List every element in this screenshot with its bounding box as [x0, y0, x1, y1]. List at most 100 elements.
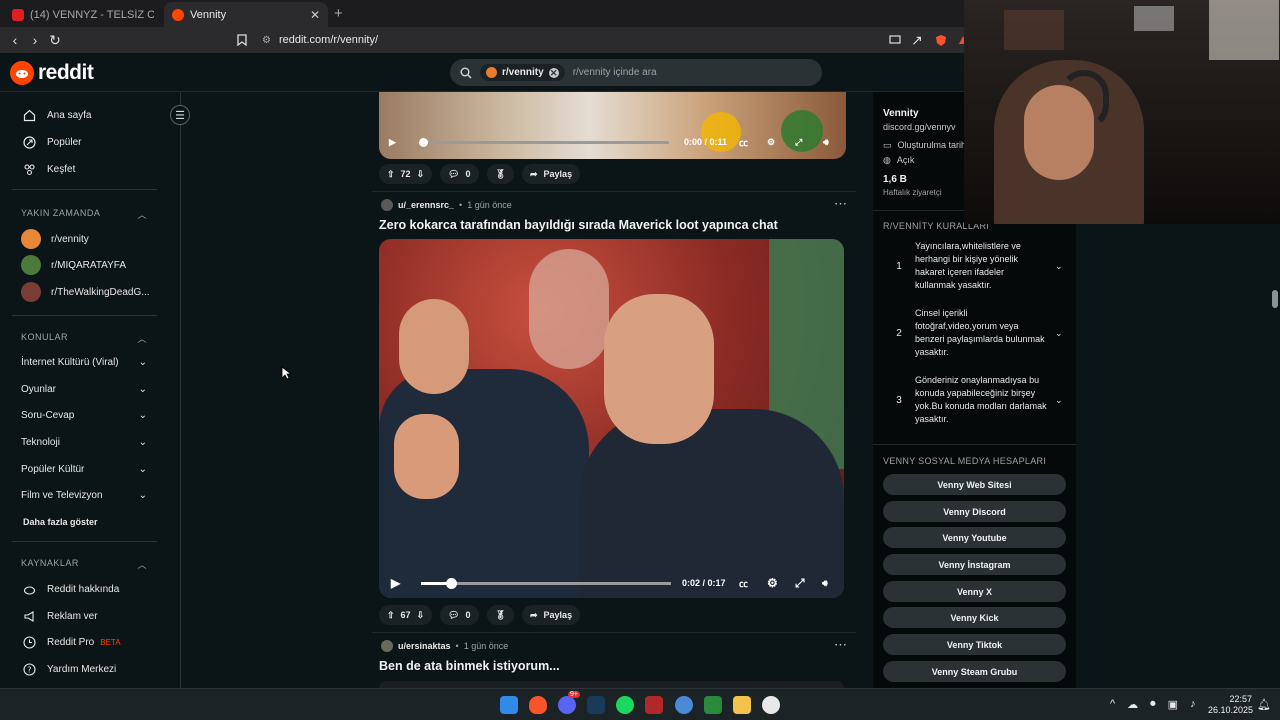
file-explorer-icon[interactable] [733, 696, 751, 714]
show-more-button[interactable]: Daha fazla göster [23, 517, 149, 527]
volume-icon[interactable]: ♪ [1190, 698, 1196, 711]
new-tab-icon[interactable]: + [334, 5, 343, 22]
social-button-steam[interactable]: Venny Steam Grubu [883, 661, 1066, 682]
search-bar[interactable]: r/vennity ✕ r/vennity içinde ara [450, 59, 822, 86]
clear-chip-icon[interactable]: ✕ [548, 67, 559, 78]
social-button-youtube[interactable]: Venny Youtube [883, 527, 1066, 548]
resource-reddit-pro[interactable]: Reddit Pro BETA [22, 632, 152, 652]
reddit-logo[interactable]: reddit [10, 61, 94, 85]
tab-youtube[interactable]: (14) VENNYZ - TELSİZ ON DÖRT #ve [4, 2, 162, 27]
volume-icon[interactable]: 🔊︎ [822, 578, 828, 589]
social-button-kick[interactable]: Venny Kick [883, 607, 1066, 628]
social-button-tiktok[interactable]: Venny Tiktok [883, 634, 1066, 655]
subreddit-search-chip[interactable]: r/vennity ✕ [480, 64, 565, 81]
social-button-website[interactable]: Venny Web Sitesi [883, 474, 1066, 495]
play-icon[interactable]: ▶ [389, 137, 396, 148]
bookmark-icon[interactable] [233, 31, 251, 49]
post-author[interactable]: u/_erennsrc_ [398, 200, 454, 210]
settings-icon[interactable]: ⚙ [767, 576, 778, 590]
reload-icon[interactable]: ↻ [46, 31, 64, 49]
fullscreen-icon[interactable]: ⤢ [795, 137, 802, 148]
resource-advertise[interactable]: Reklam ver [22, 606, 152, 626]
play-icon[interactable]: ▶ [391, 576, 400, 590]
topic-technology[interactable]: Teknoloji ⌄ [21, 437, 147, 448]
share-button[interactable]: ➦ Paylaş [522, 164, 581, 184]
post-author[interactable]: u/ersinaktas [398, 641, 451, 651]
cast-icon[interactable] [886, 31, 904, 49]
recent-item-miqaratayfa[interactable]: r/MIQARATAYFA [21, 255, 151, 275]
seek-track[interactable] [421, 578, 671, 589]
brave-shields-icon[interactable] [932, 31, 950, 49]
close-tab-icon[interactable]: ✕ [310, 8, 320, 22]
community-discord-link[interactable]: discord.gg/vennyv [883, 122, 956, 132]
social-button-x[interactable]: Venny X [883, 581, 1066, 602]
post1-video[interactable]: ▶ 0:00 / 0:11 ㏄ ⚙ ⤢ 🔊︎ [379, 92, 846, 159]
rule-item[interactable]: 2 Cinsel içerikli fotoğraf,video,yorum v… [883, 307, 1065, 359]
site-info-icon[interactable]: ⚙ [262, 35, 271, 46]
post3-media[interactable] [379, 681, 844, 688]
seek-thumb[interactable] [419, 138, 428, 147]
topic-games[interactable]: Oyunlar ⌄ [21, 384, 147, 395]
social-button-discord[interactable]: Venny Discord [883, 501, 1066, 522]
terminal-app-icon[interactable] [704, 696, 722, 714]
award-button[interactable]: 🏅︎ [486, 164, 514, 184]
chevron-up-icon[interactable]: ^ [1110, 698, 1115, 711]
rule-item[interactable]: 3 Gönderiniz onaylanmadıysa bu konuda ya… [883, 374, 1065, 426]
comments-button[interactable]: 💬︎ 0 [440, 605, 479, 625]
seek-thumb[interactable] [446, 578, 457, 589]
seek-track[interactable] [419, 138, 669, 147]
brave-browser-icon[interactable] [529, 696, 547, 714]
rule-item[interactable]: 1 Yayıncılara,whitelistlere ve herhangi … [883, 240, 1065, 292]
downvote-icon[interactable]: ⇩ [417, 610, 425, 621]
topic-pop-culture[interactable]: Popüler Kültür ⌄ [21, 464, 147, 475]
upvote-icon[interactable]: ⇧ [387, 169, 395, 180]
media-player-icon[interactable] [762, 696, 780, 714]
taskbar-clock[interactable]: 22:57 26.10.2025 [1208, 694, 1253, 716]
post2-video[interactable]: ▶ 0:02 / 0:17 ㏄ ⚙ ⤢ 🔊︎ [379, 239, 844, 598]
back-icon[interactable]: ‹ [6, 31, 24, 49]
vote-button[interactable]: ⇧ 72 ⇩ [379, 164, 433, 184]
settings-icon[interactable]: ⚙ [767, 137, 775, 148]
topic-film-tv[interactable]: Film ve Televizyon ⌄ [21, 490, 147, 501]
discord-icon[interactable]: 9+ [558, 691, 580, 714]
cloud-icon[interactable]: ☁ [1127, 698, 1138, 711]
microphone-icon[interactable]: ⏺ [1150, 698, 1156, 711]
vote-button[interactable]: ⇧ 67 ⇩ [379, 605, 433, 625]
topic-qa[interactable]: Soru-Cevap ⌄ [21, 410, 147, 421]
page-scrollbar[interactable] [1270, 224, 1280, 688]
address-bar[interactable]: ⚙ reddit.com/r/vennity/ [256, 30, 956, 50]
resource-help-center[interactable]: ? Yardım Merkezi [22, 659, 152, 679]
resources-section-header[interactable]: KAYNAKLAR ︿ [21, 558, 147, 571]
downvote-icon[interactable]: ⇩ [417, 169, 425, 180]
captions-icon[interactable]: ㏄ [739, 577, 748, 590]
post3-more-icon[interactable]: ⋯ [834, 637, 848, 653]
sidebar-item-popular[interactable]: Popüler [22, 132, 152, 152]
upvote-icon[interactable]: ⇧ [387, 610, 395, 621]
collapse-sidebar-button[interactable]: ☰ [170, 105, 190, 125]
captions-icon[interactable]: ㏄ [739, 136, 748, 149]
post3-title[interactable]: Ben de ata binmek istiyorum... [379, 659, 560, 673]
resource-about-reddit[interactable]: Reddit hakkında [22, 579, 152, 599]
sidebar-item-home[interactable]: Ana sayfa [22, 105, 152, 125]
settings-app-icon[interactable] [675, 696, 693, 714]
news-app-icon[interactable] [645, 696, 663, 714]
network-icon[interactable]: ▣ [1168, 698, 1178, 711]
search-input[interactable]: r/vennity içinde ara [573, 67, 657, 78]
scrollbar-thumb[interactable] [1272, 290, 1278, 308]
author-avatar[interactable] [381, 640, 393, 652]
comments-button[interactable]: 💬︎ 0 [440, 164, 479, 184]
tab-vennity[interactable]: Vennity ✕ [164, 2, 328, 27]
share-button[interactable]: ➦ Paylaş [522, 605, 581, 625]
recent-item-vennity[interactable]: r/vennity [21, 229, 151, 249]
windows-start-icon[interactable] [500, 696, 518, 714]
steam-icon[interactable] [587, 696, 605, 714]
recent-section-header[interactable]: YAKIN ZAMANDA ︿ [21, 208, 147, 221]
sidebar-item-explore[interactable]: Keşfet [22, 159, 152, 179]
volume-icon[interactable]: 🔊︎ [823, 137, 829, 148]
fullscreen-icon[interactable]: ⤢ [795, 576, 805, 591]
recent-item-thewalkingdead[interactable]: r/TheWalkingDeadG... [21, 282, 151, 302]
forward-icon[interactable]: › [26, 31, 44, 49]
notification-bell-icon[interactable]: 🔔︎ [1257, 698, 1271, 711]
post2-title[interactable]: Zero kokarca tarafından bayıldığı sırada… [379, 218, 778, 232]
share-icon[interactable]: ↗ [908, 31, 926, 49]
